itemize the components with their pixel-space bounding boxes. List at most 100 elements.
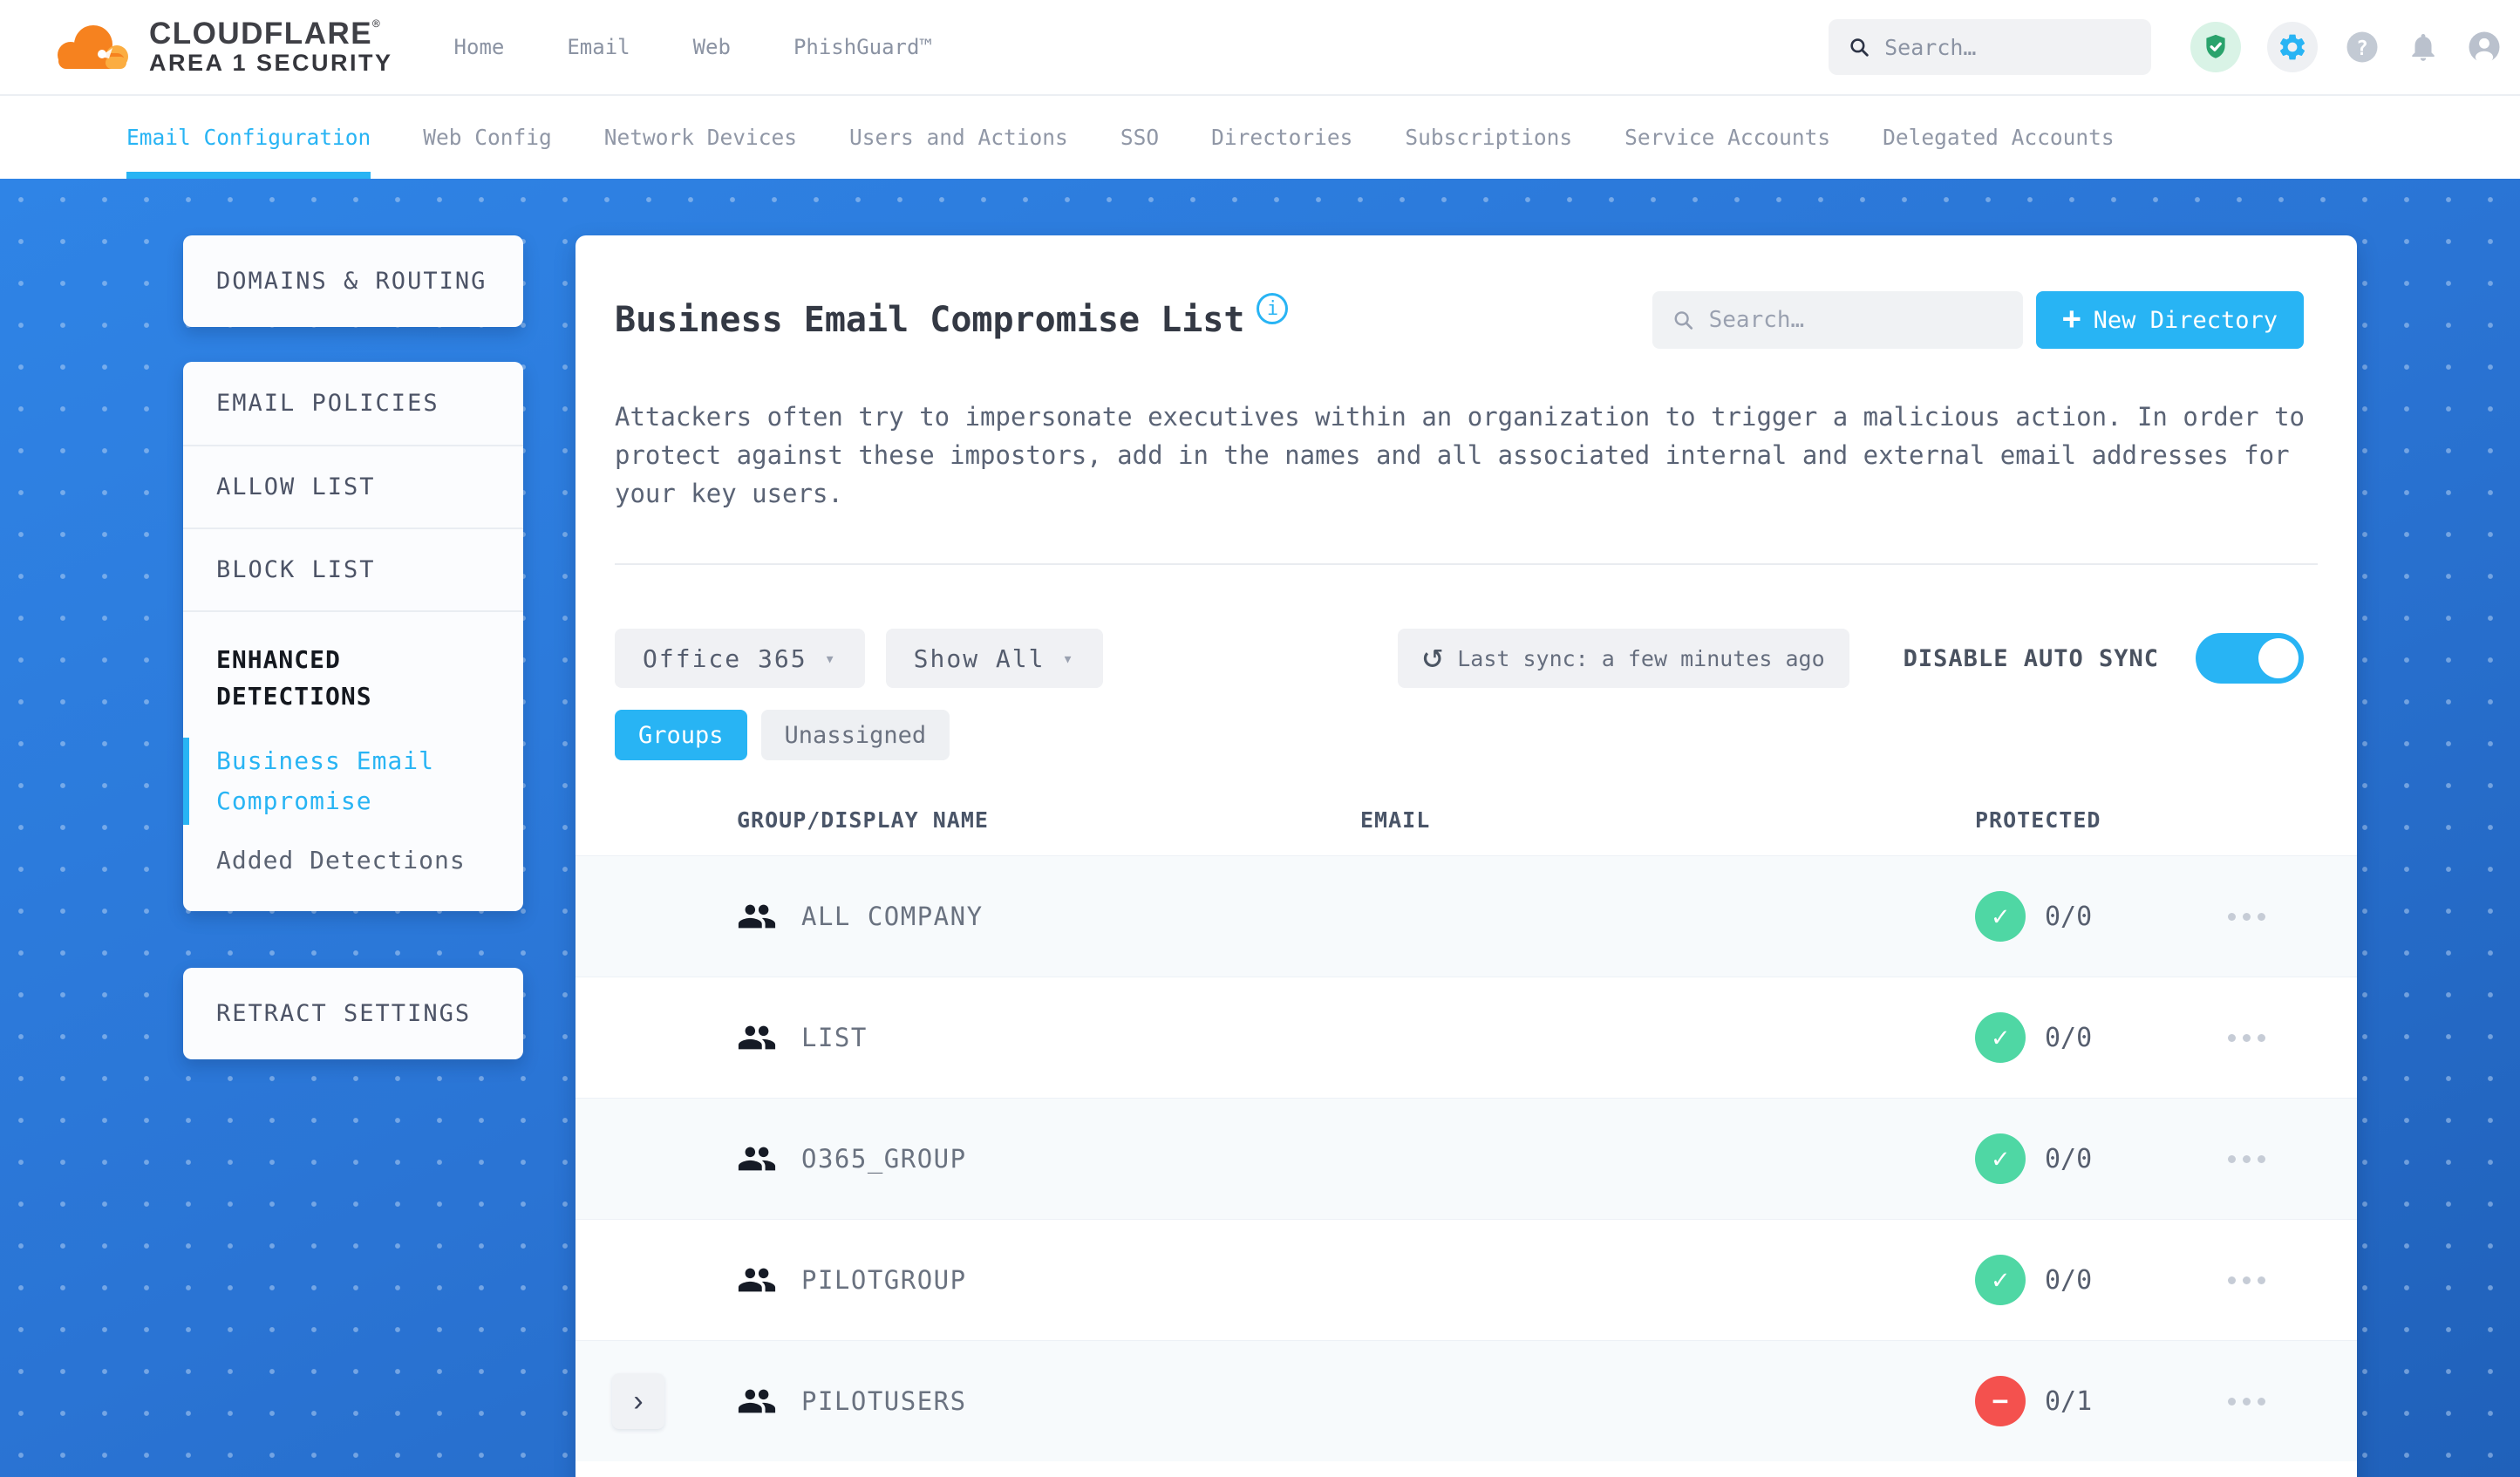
sidebar-item-business-email-compromise[interactable]: Business Email Compromise bbox=[183, 738, 499, 825]
tab-unassigned[interactable]: Unassigned bbox=[760, 710, 950, 760]
topbar-icons: ? bbox=[2190, 22, 2503, 72]
sidebar-item-email-policies[interactable]: EMAIL POLICIES bbox=[183, 362, 523, 445]
row-menu-button[interactable] bbox=[2228, 1268, 2265, 1293]
search-icon bbox=[1850, 38, 1869, 57]
workspace-background: DOMAINS & ROUTING EMAIL POLICIES ALLOW L… bbox=[0, 179, 2520, 1477]
page-description: Attackers often try to impersonate execu… bbox=[615, 402, 2305, 508]
last-sync-label: Last sync: a few minutes ago bbox=[1457, 645, 1825, 671]
search-icon bbox=[1674, 311, 1693, 330]
group-icon bbox=[738, 1268, 776, 1292]
cloudflare-cloud-icon bbox=[58, 25, 128, 69]
ellipsis-icon bbox=[2228, 1276, 2236, 1284]
group-icon bbox=[738, 1389, 776, 1413]
bell-icon bbox=[2412, 33, 2435, 61]
directory-type-select[interactable]: Office 365 ▾ bbox=[615, 629, 865, 688]
protected-count: 0/0 bbox=[2045, 1143, 2093, 1174]
row-menu-button[interactable] bbox=[2228, 1025, 2265, 1051]
group-icon bbox=[738, 1147, 776, 1171]
tab-groups[interactable]: Groups bbox=[615, 710, 747, 760]
tab-subscriptions[interactable]: Subscriptions bbox=[1405, 96, 1572, 179]
topnav-item[interactable]: PhishGuard™ bbox=[793, 35, 932, 59]
plus-icon: + bbox=[2061, 300, 2081, 337]
tab-delegated-accounts[interactable]: Delegated Accounts bbox=[1883, 96, 2115, 179]
tab-network-devices[interactable]: Network Devices bbox=[604, 96, 797, 179]
protected-count: 0/0 bbox=[2045, 1264, 2093, 1296]
help-button[interactable]: ? bbox=[2344, 29, 2380, 65]
global-search[interactable] bbox=[1829, 19, 2151, 75]
config-tabs: Email Configuration Web Config Network Dev… bbox=[0, 96, 2520, 179]
ellipsis-icon bbox=[2228, 1154, 2236, 1163]
ellipsis-icon bbox=[2228, 912, 2236, 921]
expand-row-button[interactable]: › bbox=[612, 1373, 664, 1429]
divider bbox=[615, 563, 2318, 565]
page-title: Business Email Compromise List bbox=[615, 300, 1245, 340]
view-tabs: Groups Unassigned bbox=[615, 710, 2318, 760]
tab-directories[interactable]: Directories bbox=[1211, 96, 1352, 179]
column-protected: PROTECTED bbox=[1975, 807, 2101, 833]
topbar: CLOUDFLARE® AREA 1 SECURITY Home Email Web… bbox=[0, 0, 2520, 96]
protected-count: 0/0 bbox=[2045, 901, 2093, 932]
security-status-button[interactable] bbox=[2190, 22, 2241, 72]
tab-users-and-actions[interactable]: Users and Actions bbox=[849, 96, 1068, 179]
cloudflare-logo[interactable]: CLOUDFLARE® AREA 1 SECURITY bbox=[48, 18, 393, 76]
panel-header: Business Email Compromise List i + New D… bbox=[576, 291, 2357, 349]
sync-controls: ↺ Last sync: a few minutes ago DISABLE A… bbox=[1398, 629, 2304, 688]
shield-check-icon bbox=[2206, 34, 2225, 58]
tab-service-accounts[interactable]: Service Accounts bbox=[1624, 96, 1830, 179]
ellipsis-icon bbox=[2228, 1033, 2236, 1042]
directory-search-input[interactable] bbox=[1708, 307, 2004, 333]
table-header: GROUP/DISPLAY NAME EMAIL PROTECTED bbox=[576, 807, 2357, 855]
sidebar-item-retract-settings[interactable]: RETRACT SETTINGS bbox=[183, 968, 523, 1059]
global-search-input[interactable] bbox=[1884, 34, 2132, 60]
table-row[interactable]: › ALL COMPANY ✓ 0/0 bbox=[576, 855, 2357, 977]
topnav-item[interactable]: Email bbox=[567, 35, 630, 59]
notifications-button[interactable] bbox=[2407, 31, 2440, 64]
enhanced-detections-heading[interactable]: ENHANCED DETECTIONS bbox=[216, 642, 443, 715]
column-group-display-name: GROUP/DISPLAY NAME bbox=[737, 807, 989, 833]
sidebar-item-allow-list[interactable]: ALLOW LIST bbox=[183, 445, 523, 528]
settings-button[interactable] bbox=[2267, 22, 2318, 72]
tab-email-configuration[interactable]: Email Configuration bbox=[126, 96, 371, 179]
top-navigation: Home Email Web PhishGuard™ bbox=[454, 35, 932, 59]
sidebar-item-block-list[interactable]: BLOCK LIST bbox=[183, 528, 523, 610]
brand-name: CLOUDFLARE® bbox=[149, 17, 380, 51]
toggle-knob bbox=[2258, 638, 2299, 678]
new-directory-button[interactable]: + New Directory bbox=[2035, 291, 2304, 349]
refresh-icon: ↺ bbox=[1422, 636, 1444, 676]
info-icon[interactable]: i bbox=[1257, 293, 1289, 324]
gear-icon bbox=[2279, 34, 2305, 60]
tab-sso[interactable]: SSO bbox=[1120, 96, 1159, 179]
topnav-item[interactable]: Web bbox=[693, 35, 731, 59]
row-menu-button[interactable] bbox=[2228, 1147, 2265, 1172]
avatar-icon bbox=[2469, 31, 2500, 64]
table-row[interactable]: › O365_GROUP ✓ 0/0 bbox=[576, 1098, 2357, 1219]
question-icon: ? bbox=[2346, 31, 2378, 63]
sidebar-item-added-detections[interactable]: Added Detections bbox=[216, 846, 499, 875]
auto-sync-label: DISABLE AUTO SYNC bbox=[1903, 644, 2159, 672]
row-menu-button[interactable] bbox=[2228, 904, 2265, 929]
directory-search[interactable] bbox=[1652, 291, 2023, 349]
row-name: ALL COMPANY bbox=[801, 902, 984, 931]
sidebar-section-enhanced-detections: ENHANCED DETECTIONS Business Email Compr… bbox=[183, 610, 523, 875]
row-name: PILOTUSERS bbox=[801, 1386, 967, 1416]
account-button[interactable] bbox=[2466, 29, 2503, 65]
protected-count: 0/0 bbox=[2045, 1022, 2093, 1053]
tab-web-config[interactable]: Web Config bbox=[423, 96, 552, 179]
protected-status-badge: ✓ bbox=[1975, 1255, 2026, 1305]
row-menu-button[interactable] bbox=[2228, 1389, 2265, 1414]
table-row[interactable]: › PILOTGROUP ✓ 0/0 bbox=[576, 1219, 2357, 1340]
table-row[interactable]: › PILOTUSERS − 0/1 bbox=[576, 1340, 2357, 1461]
group-icon bbox=[738, 904, 776, 929]
show-filter-select[interactable]: Show All ▾ bbox=[885, 629, 1103, 688]
protected-status-badge: ✓ bbox=[1975, 1012, 2026, 1063]
sidebar-item-domains-routing[interactable]: DOMAINS & ROUTING bbox=[183, 235, 523, 327]
svg-text:?: ? bbox=[2356, 37, 2368, 60]
group-icon bbox=[738, 1025, 776, 1050]
table-row[interactable]: › LIST ✓ 0/0 bbox=[576, 977, 2357, 1098]
last-sync-button[interactable]: ↺ Last sync: a few minutes ago bbox=[1398, 629, 1849, 688]
page: CLOUDFLARE® AREA 1 SECURITY Home Email Web… bbox=[0, 0, 2520, 1477]
protected-status-badge: ✓ bbox=[1975, 891, 2026, 942]
topnav-item[interactable]: Home bbox=[454, 35, 505, 59]
sidebar: DOMAINS & ROUTING EMAIL POLICIES ALLOW L… bbox=[183, 235, 523, 1059]
auto-sync-toggle[interactable] bbox=[2196, 633, 2304, 684]
